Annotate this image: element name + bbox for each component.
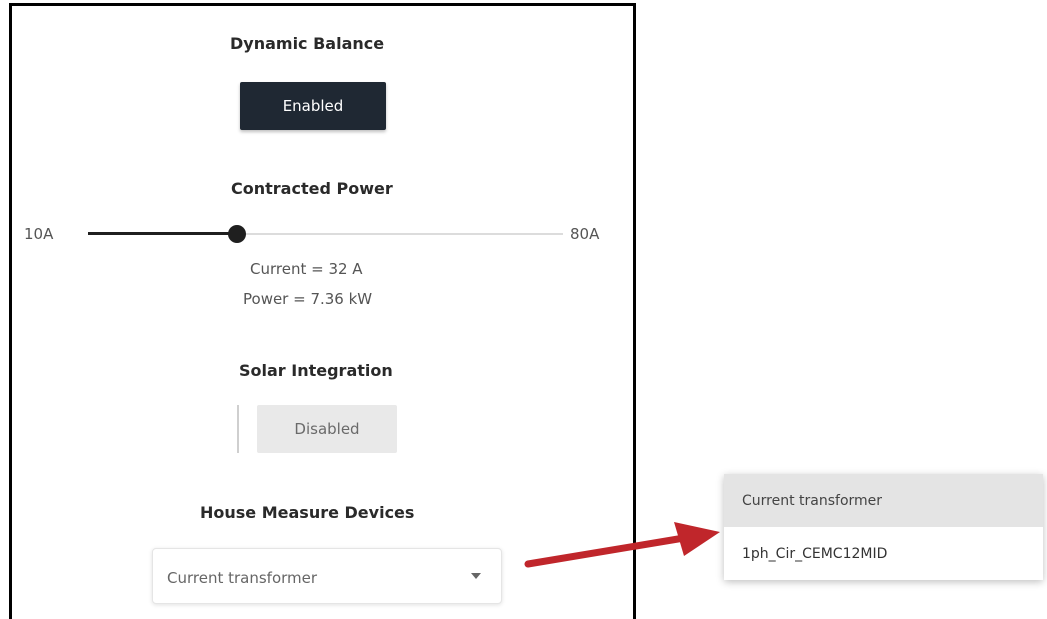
dropdown-menu: Current transformer 1ph_Cir_CEMC12MID [724, 474, 1043, 580]
contracted-power-slider[interactable] [88, 225, 563, 243]
option-label: 1ph_Cir_CEMC12MID [742, 545, 888, 562]
dynamic-balance-title: Dynamic Balance [230, 34, 385, 53]
select-value: Current transformer [167, 569, 318, 587]
dynamic-balance-toggle-button[interactable]: Enabled [240, 82, 386, 130]
annotation-arrow-icon [524, 522, 720, 568]
slider-fill [88, 232, 237, 235]
chevron-down-icon[interactable] [471, 573, 481, 579]
dropdown-option-1ph-cir-cemc12mid[interactable]: 1ph_Cir_CEMC12MID [724, 527, 1043, 580]
slider-thumb[interactable] [228, 225, 246, 243]
contracted-power-title: Contracted Power [231, 179, 393, 198]
dynamic-balance-button-label: Enabled [282, 97, 344, 115]
power-readout: Power = 7.36 kW [243, 290, 373, 308]
house-measure-devices-title: House Measure Devices [200, 503, 415, 522]
house-measure-device-select[interactable]: Current transformer [152, 548, 502, 604]
solar-integration-title: Solar Integration [239, 361, 393, 380]
slider-min-label: 10A [24, 225, 54, 243]
current-readout: Current = 32 A [250, 260, 363, 278]
slider-max-label: 80A [570, 225, 600, 243]
dropdown-option-current-transformer[interactable]: Current transformer [724, 474, 1043, 527]
solar-integration-button-label: Disabled [294, 420, 360, 438]
option-label: Current transformer [742, 492, 883, 509]
button-divider [237, 405, 239, 453]
solar-integration-toggle-button[interactable]: Disabled [257, 405, 397, 453]
